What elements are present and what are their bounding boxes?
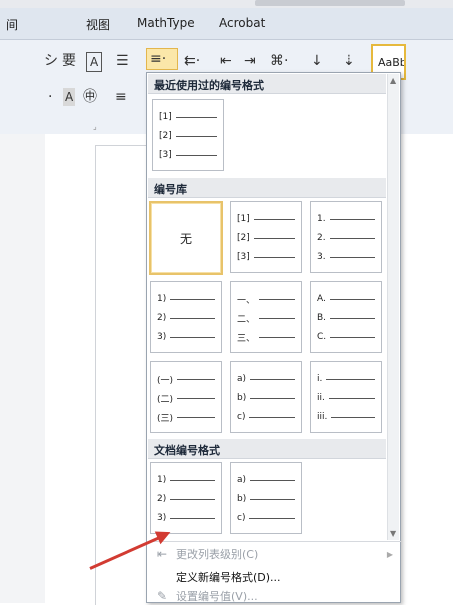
- numbering-dropdown: 最近使用过的编号格式 [1] [2] [3] 编号库 无 [1] [2] [3]…: [146, 72, 401, 603]
- ribbon-tab-bar: 间 视图 MathType Acrobat: [0, 8, 453, 40]
- document-margin: [0, 134, 45, 603]
- numbering-library-header: 编号库: [148, 178, 386, 198]
- tab-view[interactable]: 视图: [86, 16, 110, 33]
- style-preview-text: AaBb: [378, 56, 406, 69]
- recent-format-tile[interactable]: [1] [2] [3]: [152, 99, 224, 171]
- library-tile-decimal[interactable]: 1. 2. 3.: [310, 201, 382, 273]
- library-tile-paren[interactable]: 1) 2) 3): [150, 281, 222, 353]
- increase-indent-icon[interactable]: ⇥: [244, 52, 256, 70]
- set-numbering-value-item[interactable]: ✎ 设置编号值(V)...: [148, 589, 401, 603]
- recent-formats-header: 最近使用过的编号格式: [148, 74, 386, 94]
- document-tile-paren[interactable]: 1) 2) 3): [150, 462, 222, 534]
- document-formats-header: 文档编号格式: [148, 439, 386, 459]
- set-value-icon: ✎: [156, 589, 168, 603]
- dropdown-scrollbar[interactable]: ▲ ▼: [387, 74, 399, 540]
- library-tile-chinese[interactable]: 一、 二、 三、: [230, 281, 302, 353]
- dropdown-dot: ·: [48, 89, 53, 105]
- numbering-icon[interactable]: ≡·: [150, 50, 166, 68]
- change-list-level-item[interactable]: ⇤ 更改列表级别(C) ▶: [148, 543, 401, 565]
- scroll-up-icon[interactable]: ▲: [390, 76, 396, 85]
- numbering-none-tile[interactable]: 无: [149, 201, 223, 275]
- char-border-icon[interactable]: 要: [62, 52, 76, 70]
- list-level-icon: ⇤: [156, 547, 168, 561]
- enclose-char-icon[interactable]: ㊥: [83, 88, 97, 106]
- font-border-icon[interactable]: A: [86, 52, 103, 72]
- scroll-down-icon[interactable]: ▼: [390, 529, 396, 538]
- tab-mathtype[interactable]: MathType: [137, 16, 195, 30]
- window-title-blurred: [255, 0, 405, 6]
- define-new-format-item[interactable]: 定义新编号格式(D)...: [148, 566, 401, 588]
- library-tile-bracket[interactable]: [1] [2] [3]: [230, 201, 302, 273]
- asian-layout-icon[interactable]: ⌘·: [270, 52, 288, 70]
- tab-acrobat[interactable]: Acrobat: [219, 16, 265, 30]
- submenu-arrow-icon: ▶: [386, 549, 393, 559]
- phonetic-guide-icon[interactable]: シ: [44, 52, 58, 70]
- none-label: 无: [179, 231, 192, 246]
- library-tile-roman[interactable]: i. ii. iii.: [310, 361, 382, 433]
- char-shading-icon[interactable]: A: [63, 88, 76, 106]
- menu-divider: [148, 541, 401, 542]
- decrease-indent-icon[interactable]: ⇤: [220, 52, 232, 70]
- sort-icon[interactable]: ↓: [311, 52, 323, 70]
- library-tile-upper-alpha[interactable]: A. B. C.: [310, 281, 382, 353]
- align-left-icon[interactable]: ≡: [115, 88, 127, 106]
- bullets-icon[interactable]: ☰: [116, 52, 129, 70]
- show-marks-icon[interactable]: ⇣: [343, 52, 355, 70]
- library-tile-lower-alpha[interactable]: a) b) c): [230, 361, 302, 433]
- multilevel-list-icon[interactable]: ⇇·: [184, 52, 200, 70]
- document-tile-lower-alpha[interactable]: a) b) c): [230, 462, 302, 534]
- tab-review[interactable]: 间: [6, 16, 18, 33]
- library-tile-chinese-paren[interactable]: (一) (二) (三): [150, 361, 222, 433]
